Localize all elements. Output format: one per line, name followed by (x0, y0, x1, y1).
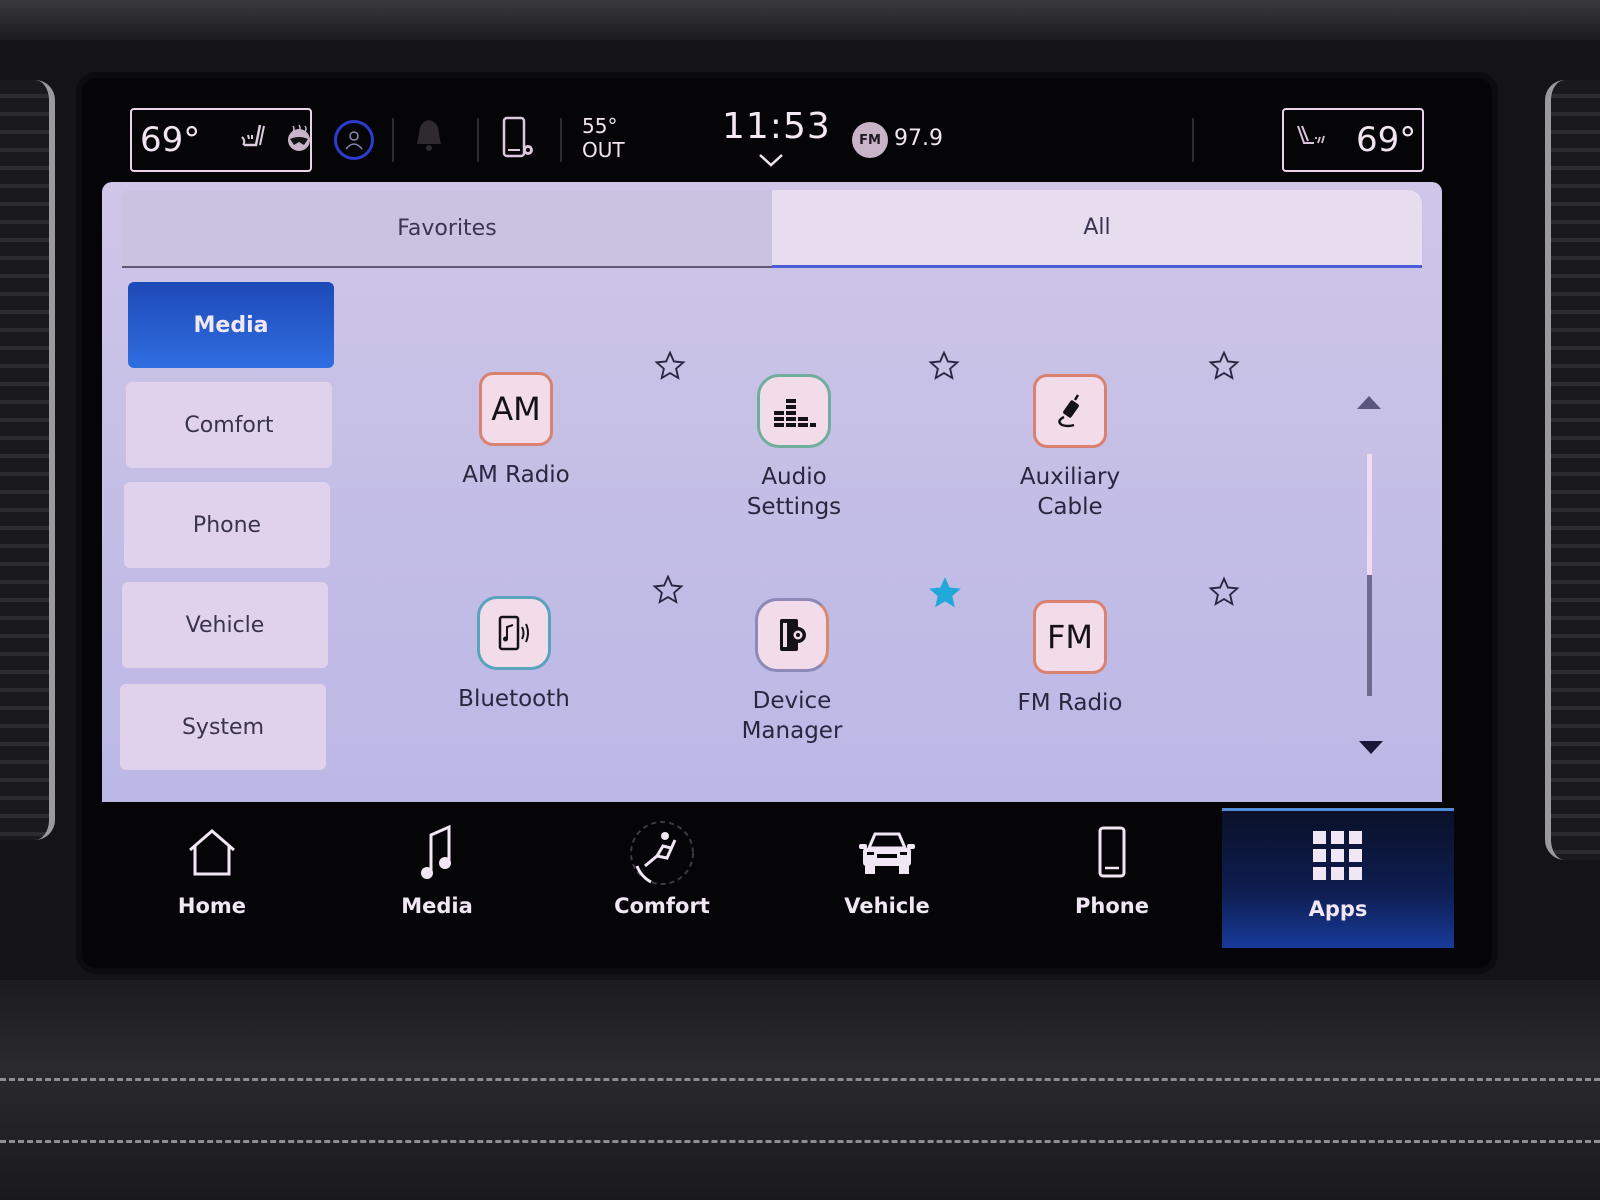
driver-profile-icon[interactable] (334, 120, 374, 160)
stitching (0, 1140, 1600, 1143)
category-vehicle[interactable]: Vehicle (122, 582, 328, 668)
category-label: Comfort (184, 412, 274, 438)
driver-temp: 69° (140, 120, 201, 160)
passenger-seat-icon (1294, 123, 1328, 158)
infotainment-screen: 69° 55° OUT 11:53 FM 97.9 69° Favorites … (82, 78, 1492, 968)
apps-grid-icon (1311, 823, 1365, 889)
tab-favorites[interactable]: Favorites (122, 190, 772, 268)
aux-cable-icon (1033, 374, 1107, 448)
right-air-vent (1545, 80, 1600, 860)
app-label: Bluetooth (458, 686, 570, 712)
dock-label: Apps (1308, 897, 1368, 921)
phone-settings-icon[interactable] (500, 116, 538, 162)
heated-steering-wheel-icon (284, 123, 314, 158)
dock-home[interactable]: Home (112, 808, 312, 948)
app-fm-radio[interactable]: FM FM Radio (970, 600, 1170, 718)
divider (392, 118, 394, 162)
radio-frequency[interactable]: 97.9 (894, 126, 943, 151)
home-icon (184, 820, 240, 886)
scrollbar-thumb[interactable] (1367, 454, 1372, 575)
stitching (0, 1078, 1600, 1081)
category-label: Media (193, 312, 269, 338)
app-bluetooth[interactable]: Bluetooth (414, 596, 614, 714)
driver-climate-button[interactable]: 69° (130, 108, 312, 172)
dock-label: Comfort (614, 894, 710, 918)
dock-comfort[interactable]: Comfort (562, 808, 762, 948)
fm-icon: FM (1033, 600, 1107, 674)
heated-seat-icon (238, 123, 274, 158)
favorite-star-filled-icon[interactable] (928, 576, 961, 608)
app-audio-settings[interactable]: Audio Settings (694, 374, 894, 522)
category-label: System (181, 714, 265, 740)
passenger-climate-button[interactable]: 69° (1282, 108, 1424, 172)
tab-all[interactable]: All (772, 190, 1422, 268)
passenger-temp: 69° (1356, 120, 1417, 160)
dashboard-top-trim (0, 0, 1600, 40)
car-icon (855, 820, 919, 886)
category-phone[interactable]: Phone (124, 482, 330, 568)
tab-label: All (1083, 215, 1111, 240)
dock-label: Phone (1075, 894, 1149, 918)
left-air-vent (0, 80, 55, 840)
scroll-up-icon[interactable] (1356, 394, 1382, 410)
divider (560, 118, 562, 162)
status-bar: 69° 55° OUT 11:53 FM 97.9 69° (82, 78, 1492, 188)
favorite-star-icon[interactable] (928, 350, 960, 382)
radio-band-badge[interactable]: FM (852, 122, 888, 158)
bluetooth-audio-icon (477, 596, 551, 670)
comfort-seat-icon (627, 820, 697, 886)
bottom-dock: Home Media Comfort Vehicle Phone Apps (92, 808, 1462, 948)
divider (1192, 118, 1194, 162)
category-media[interactable]: Media (128, 282, 334, 368)
scroll-down-icon[interactable] (1358, 740, 1384, 756)
outside-temperature: 55° OUT (582, 114, 625, 162)
category-system[interactable]: System (120, 684, 326, 770)
outside-temp-label: OUT (582, 138, 625, 162)
category-comfort[interactable]: Comfort (126, 382, 332, 468)
dashboard-leather (0, 980, 1600, 1200)
category-label: Phone (192, 512, 262, 538)
favorite-star-icon[interactable] (652, 574, 684, 606)
chevron-down-icon[interactable] (758, 152, 784, 167)
clock: 11:53 (722, 106, 831, 147)
app-label: Device Manager (741, 688, 843, 744)
app-label: AM Radio (462, 462, 570, 488)
divider (477, 118, 479, 162)
tab-label: Favorites (397, 215, 497, 241)
am-icon: AM (479, 372, 553, 446)
phone-icon (1097, 820, 1127, 886)
app-label: Audio Settings (746, 464, 842, 520)
category-label: Vehicle (185, 612, 265, 638)
app-am-radio[interactable]: AM AM Radio (416, 372, 616, 490)
app-device-manager[interactable]: Device Manager (692, 598, 892, 746)
notification-bell-icon[interactable] (414, 118, 444, 160)
dock-label: Home (177, 894, 247, 918)
dock-label: Media (401, 894, 473, 918)
favorite-star-icon[interactable] (1208, 350, 1240, 382)
dock-phone[interactable]: Phone (1012, 808, 1212, 948)
dock-label: Vehicle (844, 894, 930, 918)
outside-temp-value: 55° (582, 114, 618, 138)
music-note-icon (417, 820, 457, 886)
favorite-star-icon[interactable] (654, 350, 686, 382)
dock-vehicle[interactable]: Vehicle (787, 808, 987, 948)
equalizer-icon (757, 374, 831, 448)
app-auxiliary-cable[interactable]: Auxiliary Cable (970, 374, 1170, 522)
dock-apps[interactable]: Apps (1222, 808, 1454, 948)
app-label: Auxiliary Cable (1019, 464, 1121, 520)
apps-tabs: Favorites All (122, 190, 1422, 268)
app-label: FM Radio (1017, 690, 1123, 716)
device-manager-icon (755, 598, 829, 672)
apps-panel: Favorites All Media Comfort Phone Vehicl… (102, 182, 1442, 802)
favorite-star-icon[interactable] (1208, 576, 1240, 608)
dock-media[interactable]: Media (337, 808, 537, 948)
